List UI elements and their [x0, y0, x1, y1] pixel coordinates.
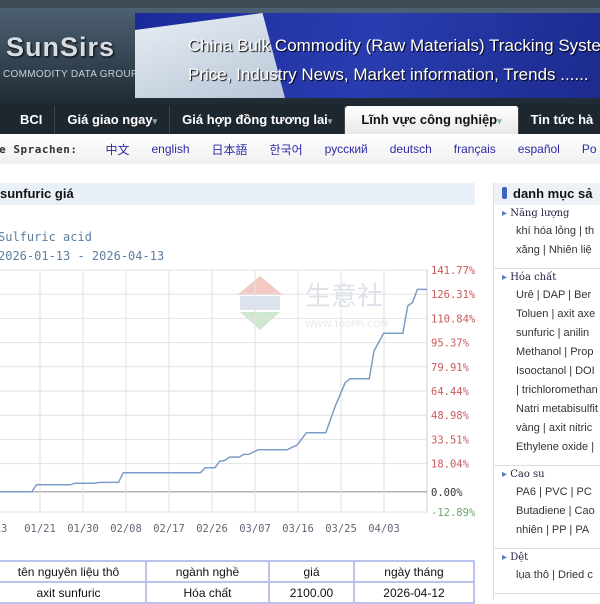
banner-line1: China Bulk Commodity (Raw Materials) Tra… — [188, 36, 600, 55]
top-strip — [0, 0, 600, 8]
page-title: sunfuric giá — [0, 183, 475, 205]
y-tick-label: 33.51% — [431, 434, 470, 446]
language-link[interactable]: 日本語 — [212, 141, 248, 158]
sidebar-category: Hóa chất Urê | DAP | BerToluen | axit axe… — [494, 269, 600, 466]
logo-subtitle: COMMODITY DATA GROUP — [3, 69, 138, 80]
y-tick-label: 126.31% — [431, 289, 476, 301]
x-tick-label: 02/26 — [196, 523, 228, 535]
nav-item-label: BCI — [20, 112, 43, 127]
table-header-row: tên nguyên liệu thô ngành nghề giá ngày thá… — [0, 560, 475, 583]
x-tick-label: 03/25 — [325, 523, 357, 535]
x-tick-label: 03/16 — [282, 523, 314, 535]
main-nav: BCI Giá giao ngay▾ Giá hợp đồng tương lai▾… — [0, 104, 600, 134]
chevron-down-icon: ▾ — [327, 116, 333, 126]
category-title[interactable]: Năng lượng — [502, 208, 600, 219]
language-bar: te Sprachen: 中文 english 日本語 한국어 русский deuts… — [0, 134, 600, 164]
nav-item[interactable]: Tin tức hà — [519, 106, 600, 134]
category-links[interactable]: nhiên | PP | PA — [502, 521, 600, 540]
category-title[interactable]: Hóa chất — [502, 272, 600, 283]
category-links[interactable]: | trichloromethan — [502, 381, 600, 400]
nav-item-label: Giá giao ngay — [67, 112, 153, 127]
chart-title: Sulfuric acid — [0, 230, 92, 244]
chevron-down-icon: ▾ — [152, 116, 158, 126]
language-label: te Sprachen: — [0, 142, 78, 156]
category-title[interactable]: Cao su — [502, 469, 600, 480]
language-link[interactable]: Po — [582, 142, 597, 156]
x-tick-label: 04/03 — [368, 523, 400, 535]
y-tick-label: 79.91% — [431, 362, 470, 374]
column-header: ngày tháng — [353, 560, 475, 583]
category-links[interactable]: Natri metabisulfit — [502, 400, 600, 419]
language-link[interactable]: français — [454, 142, 496, 156]
language-link[interactable]: english — [152, 142, 190, 156]
title-marker-icon — [502, 187, 507, 199]
y-tick-label: 95.37% — [431, 338, 470, 350]
y-tick-label: 48.98% — [431, 410, 470, 422]
nav-item[interactable]: Giá hợp đồng tương lai▾ — [170, 106, 346, 134]
y-tick-label: 64.44% — [431, 386, 470, 398]
nav-item[interactable]: BCI — [8, 106, 56, 134]
sidebar-title: danh mục sả — [494, 183, 600, 205]
category-links[interactable]: Methanol | Prop — [502, 343, 600, 362]
logo[interactable]: SunSirs — [6, 32, 115, 63]
category-links[interactable]: Urê | DAP | Ber — [502, 286, 600, 305]
watermark-url: WWW.100PPI.COM — [305, 320, 388, 330]
x-tick-label: 02/08 — [110, 523, 142, 535]
column-header: tên nguyên liệu thô — [0, 560, 147, 583]
price-table: tên nguyên liệu thô ngành nghề giá ngày thá… — [0, 560, 475, 604]
category-links[interactable]: Ethylene oxide | — [502, 438, 600, 457]
language-link[interactable]: 한국어 — [270, 141, 303, 158]
y-tick-label: 18.04% — [431, 459, 470, 471]
watermark-logo-icon — [240, 296, 280, 310]
y-tick-label: 110.84% — [431, 313, 476, 325]
language-link[interactable]: español — [518, 142, 560, 156]
site-header: SunSirs COMMODITY DATA GROUP China Bulk … — [0, 8, 600, 104]
sidebar-title-text: danh mục sả — [513, 186, 593, 201]
language-link[interactable]: 中文 — [105, 141, 129, 158]
nav-item-label: Lĩnh vực công nghiệp — [361, 112, 498, 127]
banner[interactable]: China Bulk Commodity (Raw Materials) Tra… — [135, 13, 600, 98]
nav-item-label: Tin tức hà — [530, 112, 594, 127]
price-chart: 生意社 WWW.100PPI.COM 141.77% 126.31% 110.84% 95… — [0, 265, 476, 535]
category-title[interactable]: Dệt — [502, 552, 600, 563]
category-links[interactable]: lụa thô | Dried c — [502, 566, 600, 585]
sidebar-categories: danh mục sả Năng lượng khí hóa lỏng | thx… — [493, 183, 600, 600]
category-links[interactable]: sunfuric | anilin — [502, 324, 600, 343]
x-tick-label: 03/07 — [239, 523, 271, 535]
column-header: giá — [268, 560, 355, 583]
category-links[interactable]: khí hóa lỏng | th — [502, 222, 600, 241]
nav-item[interactable]: Lĩnh vực công nghiệp▾ — [345, 106, 519, 134]
category-links[interactable]: Toluen | axit axe — [502, 305, 600, 324]
x-tick-label: 13 — [0, 523, 7, 535]
y-tick-label: 141.77% — [431, 265, 476, 277]
y-tick-label: -12.89% — [431, 507, 476, 519]
banner-line2: Price, Industry News, Market information… — [188, 65, 589, 84]
category-links[interactable]: xăng | Nhiên liệ — [502, 241, 600, 260]
sidebar-category: Cao su PA6 | PVC | PCButadiene | Caonhiên… — [494, 466, 600, 549]
language-link[interactable]: deutsch — [390, 142, 432, 156]
category-links[interactable]: Isooctanol | DOI — [502, 362, 600, 381]
nav-item-label: Giá hợp đồng tương lai — [182, 112, 328, 127]
y-tick-label: 0.00% — [431, 487, 463, 499]
category-links[interactable]: vàng | axit nitric — [502, 419, 600, 438]
language-link[interactable]: русский — [325, 142, 368, 156]
x-tick-label: 01/30 — [67, 523, 99, 535]
x-tick-label: 01/21 — [24, 523, 56, 535]
watermark-text: 生意社 — [305, 282, 383, 312]
category-links[interactable]: Butadiene | Cao — [502, 502, 600, 521]
nav-item[interactable]: Giá giao ngay▾ — [55, 106, 171, 134]
x-tick-label: 02/17 — [153, 523, 185, 535]
chevron-down-icon: ▾ — [497, 116, 502, 126]
column-header: ngành nghề — [145, 560, 270, 583]
sidebar-category: Năng lượng khí hóa lỏng | thxăng | Nhiên … — [494, 205, 600, 269]
category-links[interactable]: PA6 | PVC | PC — [502, 483, 600, 502]
sidebar-category: Dệt lụa thô | Dried c — [494, 549, 600, 594]
